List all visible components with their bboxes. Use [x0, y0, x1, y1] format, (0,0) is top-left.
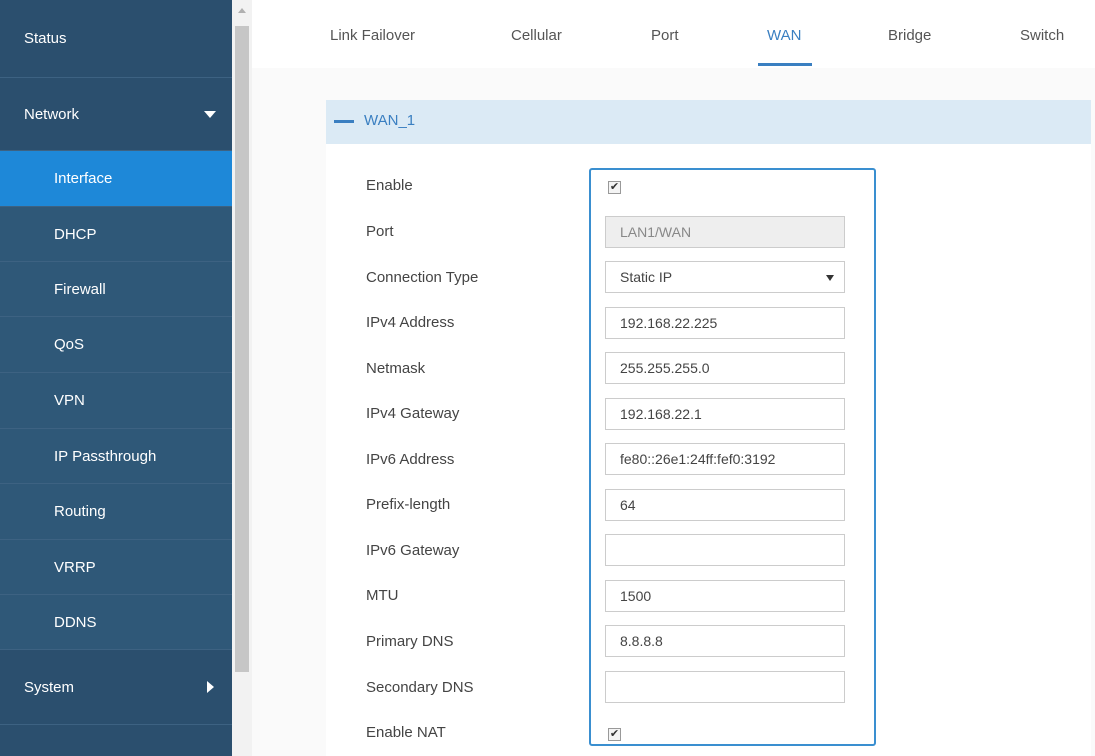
connection-type-label: Connection Type — [366, 269, 479, 286]
tab-cellular[interactable]: Cellular — [511, 27, 562, 44]
sidebar-item-label: VPN — [54, 392, 85, 409]
tab-switch[interactable]: Switch — [1020, 27, 1064, 44]
connection-type-value: Static IP — [620, 269, 673, 285]
netmask-label: Netmask — [366, 360, 426, 377]
sidebar-item-label: Status — [24, 30, 67, 47]
ipv6-gateway-label: IPv6 Gateway — [366, 542, 460, 559]
sidebar-item-label: IP Passthrough — [54, 447, 157, 465]
secondary-dns-label: Secondary DNS — [366, 679, 474, 696]
sidebar-item-label: System — [24, 678, 75, 696]
ipv4-gateway-label: IPv4 Gateway — [366, 405, 460, 422]
minus-icon[interactable] — [334, 120, 354, 123]
port-field: LAN1/WAN — [605, 216, 845, 248]
sidebar-item-firewall[interactable]: Firewall — [0, 262, 232, 317]
scrollbar[interactable] — [232, 0, 252, 756]
sidebar-item-qos[interactable]: QoS — [0, 317, 232, 373]
sidebar-item-network[interactable]: Network — [0, 78, 232, 151]
sidebar-item-interface[interactable]: Interface — [0, 151, 232, 207]
scrollbar-thumb[interactable] — [235, 26, 249, 672]
scroll-up-arrow-icon[interactable] — [238, 8, 246, 13]
prefix-length-input[interactable]: 64 — [605, 489, 845, 521]
ipv6-gateway-input[interactable] — [605, 534, 845, 566]
tab-port[interactable]: Port — [651, 27, 679, 44]
sidebar-item-vpn[interactable]: VPN — [0, 373, 232, 429]
enable-label: Enable — [366, 177, 413, 194]
sidebar-item-label: QoS — [54, 336, 85, 353]
sidebar-item-vrrp[interactable]: VRRP — [0, 540, 232, 595]
sidebar-item-dhcp[interactable]: DHCP — [0, 207, 232, 262]
caret-down-icon — [826, 275, 834, 281]
ipv6-address-label: IPv6 Address — [366, 451, 455, 468]
port-label: Port — [366, 223, 394, 240]
enable-checkbox[interactable]: ✔ — [608, 181, 621, 194]
ipv4-address-label: IPv4 Address — [366, 314, 455, 331]
chevron-right-icon — [207, 681, 214, 693]
sidebar-item-routing[interactable]: Routing — [0, 484, 232, 540]
mtu-input[interactable]: 1500 — [605, 580, 845, 612]
enable-nat-label: Enable NAT — [366, 724, 446, 741]
primary-dns-label: Primary DNS — [366, 633, 454, 650]
sidebar-item-label: DHCP — [54, 225, 97, 243]
primary-dns-input[interactable]: 8.8.8.8 — [605, 625, 845, 657]
sidebar-item-ddns[interactable]: DDNS — [0, 595, 232, 650]
active-tab-indicator — [758, 63, 812, 66]
section-header[interactable] — [326, 100, 1091, 144]
sidebar-item-ip-passthrough[interactable]: IP Passthrough — [0, 429, 232, 484]
sidebar-item-label: Routing — [54, 503, 106, 520]
sidebar-item-label: Network — [24, 105, 80, 123]
enable-nat-checkbox[interactable]: ✔ — [608, 728, 621, 741]
mtu-label: MTU — [366, 587, 399, 604]
connection-type-select[interactable]: Static IP — [605, 261, 845, 293]
tab-link-failover[interactable]: Link Failover — [330, 27, 415, 44]
sidebar-item-system[interactable]: System — [0, 650, 232, 725]
sidebar: Status Network Interface DHCP Firewall Q… — [0, 0, 232, 756]
prefix-length-label: Prefix-length — [366, 496, 451, 513]
section-title: WAN_1 — [364, 112, 416, 129]
ipv6-address-input[interactable]: fe80::26e1:24ff:fef0:3192 — [605, 443, 845, 475]
sidebar-item-status[interactable]: Status — [0, 0, 232, 78]
ipv4-gateway-input[interactable]: 192.168.22.1 — [605, 398, 845, 430]
sidebar-item-label: VRRP — [54, 558, 96, 576]
sidebar-item-label: Interface — [54, 170, 113, 187]
sidebar-item-label: Firewall — [54, 280, 106, 298]
tab-bridge[interactable]: Bridge — [888, 27, 931, 44]
tab-bar: Link Failover Cellular Port WAN Bridge S… — [252, 0, 1095, 68]
secondary-dns-input[interactable] — [605, 671, 845, 703]
ipv4-address-input[interactable]: 192.168.22.225 — [605, 307, 845, 339]
chevron-down-icon — [204, 111, 216, 118]
sidebar-item-label: DDNS — [54, 613, 97, 631]
netmask-input[interactable]: 255.255.255.0 — [605, 352, 845, 384]
tab-wan[interactable]: WAN — [767, 27, 801, 44]
